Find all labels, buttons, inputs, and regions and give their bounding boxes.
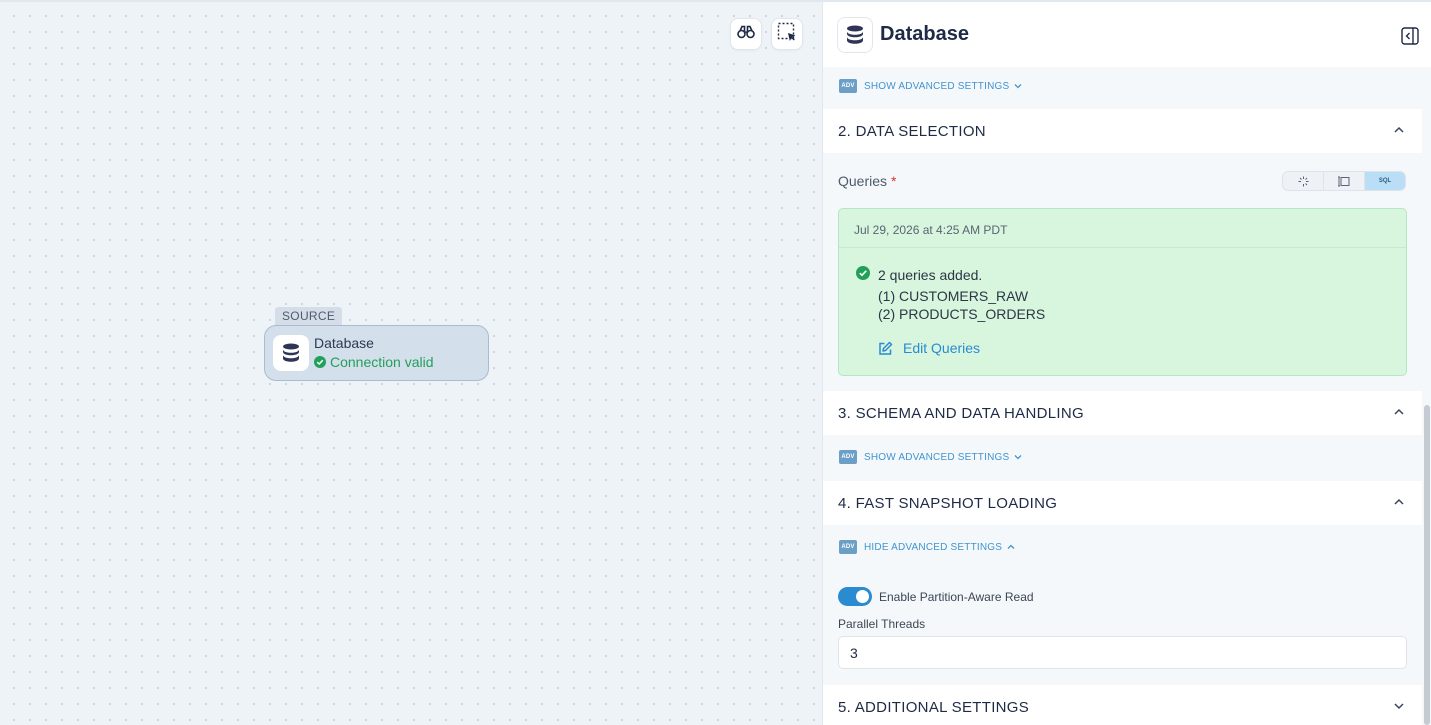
find-button[interactable] bbox=[730, 18, 762, 50]
section-data-selection[interactable]: 2. DATA SELECTION bbox=[823, 109, 1422, 153]
database-icon bbox=[273, 335, 309, 371]
partition-aware-read-label: Enable Partition-Aware Read bbox=[879, 590, 1034, 604]
panel-scrollbar[interactable] bbox=[1424, 405, 1430, 725]
source-node[interactable]: Database Connection valid bbox=[264, 325, 489, 381]
node-status: Connection valid bbox=[314, 353, 434, 372]
queries-result-box: Jul 29, 2026 at 4:25 AM PDT 2 queries ad… bbox=[838, 208, 1407, 376]
chevron-down-icon bbox=[1014, 84, 1022, 89]
advanced-settings-label: SHOW ADVANCED SETTINGS bbox=[864, 80, 1010, 92]
node-title: Database bbox=[314, 334, 374, 351]
collapse-panel-button[interactable] bbox=[1401, 27, 1419, 50]
chevron-up-icon bbox=[1007, 544, 1015, 549]
edit-queries-label: Edit Queries bbox=[903, 340, 981, 356]
sidebar-collapse-icon bbox=[1401, 27, 1419, 45]
chevron-up-icon bbox=[1394, 126, 1404, 133]
chevron-up-icon bbox=[1394, 498, 1404, 505]
node-status-label: Connection valid bbox=[330, 353, 434, 370]
hide-advanced-settings-toggle[interactable]: ADV HIDE ADVANCED SETTINGS bbox=[839, 540, 1015, 554]
advanced-settings-label: SHOW ADVANCED SETTINGS bbox=[864, 451, 1010, 463]
panel-title: Database bbox=[880, 23, 969, 45]
chevron-down-icon bbox=[1014, 455, 1022, 460]
database-icon bbox=[837, 17, 873, 53]
binoculars-icon bbox=[737, 25, 755, 44]
check-circle-icon bbox=[314, 356, 326, 368]
selection-box-icon bbox=[777, 22, 797, 47]
chevron-down-icon bbox=[1394, 703, 1404, 710]
partition-aware-read-toggle[interactable] bbox=[838, 587, 872, 606]
required-mark: * bbox=[891, 173, 897, 189]
section-fast-snapshot-loading[interactable]: 4. FAST SNAPSHOT LOADING bbox=[823, 481, 1422, 525]
properties-panel: Database ADV SHOW ADVANCED SETTINGS 2. D… bbox=[822, 0, 1431, 725]
query-item: (2) PRODUCTS_ORDERS bbox=[878, 306, 1046, 322]
edit-queries-link[interactable]: Edit Queries bbox=[878, 340, 980, 356]
chevron-up-icon bbox=[1394, 408, 1404, 415]
section-title: 2. DATA SELECTION bbox=[838, 122, 986, 140]
check-circle-icon bbox=[856, 266, 870, 280]
parallel-threads-input[interactable] bbox=[838, 636, 1407, 669]
query-item: (1) CUSTOMERS_RAW bbox=[878, 288, 1029, 304]
mode-sql-button[interactable]: SQL bbox=[1365, 172, 1405, 190]
mode-table-button[interactable] bbox=[1324, 172, 1365, 190]
section-title: 3. SCHEMA AND DATA HANDLING bbox=[838, 404, 1084, 422]
queries-label: Queries * bbox=[838, 173, 896, 189]
result-timestamp: Jul 29, 2026 at 4:25 AM PDT bbox=[854, 223, 1008, 237]
edit-icon bbox=[879, 341, 893, 355]
show-advanced-settings-toggle[interactable]: ADV SHOW ADVANCED SETTINGS bbox=[839, 79, 1022, 93]
mode-wizard-button[interactable] bbox=[1283, 172, 1324, 190]
adv-badge: ADV bbox=[839, 79, 857, 93]
divider bbox=[839, 247, 1406, 248]
magic-wand-icon bbox=[1298, 176, 1308, 186]
result-summary: 2 queries added. bbox=[878, 267, 983, 283]
pipeline-canvas[interactable]: SOURCE Database Connection valid bbox=[0, 0, 822, 725]
parallel-threads-label: Parallel Threads bbox=[838, 617, 926, 631]
section-title: 5. ADDITIONAL SETTINGS bbox=[838, 698, 1030, 716]
table-cursor-icon bbox=[1338, 176, 1350, 186]
adv-badge: ADV bbox=[839, 450, 857, 464]
section-additional-settings[interactable]: 5. ADDITIONAL SETTINGS bbox=[823, 685, 1422, 725]
section-title: 4. FAST SNAPSHOT LOADING bbox=[838, 494, 1058, 512]
queries-label-text: Queries bbox=[838, 173, 888, 189]
node-type-tag: SOURCE bbox=[275, 307, 343, 325]
selection-tool-button[interactable] bbox=[771, 18, 803, 50]
adv-badge: ADV bbox=[839, 540, 857, 554]
query-mode-toggle: SQL bbox=[1282, 171, 1406, 191]
section-schema-data-handling[interactable]: 3. SCHEMA AND DATA HANDLING bbox=[823, 391, 1422, 435]
advanced-settings-label: HIDE ADVANCED SETTINGS bbox=[864, 541, 1003, 553]
panel-header: Database bbox=[823, 0, 1431, 67]
sql-icon: SQL bbox=[1378, 178, 1392, 184]
show-advanced-settings-toggle[interactable]: ADV SHOW ADVANCED SETTINGS bbox=[839, 450, 1022, 464]
